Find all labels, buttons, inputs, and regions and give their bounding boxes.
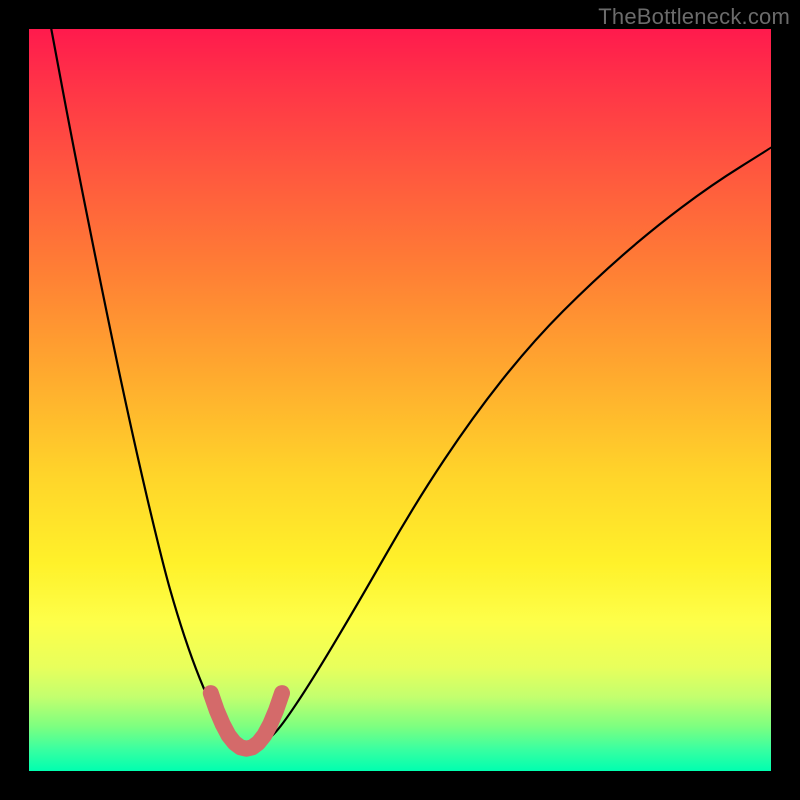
gradient-plot-area bbox=[29, 29, 771, 771]
watermark-text: TheBottleneck.com bbox=[598, 4, 790, 30]
curve-canvas bbox=[29, 29, 771, 771]
bottleneck-curve bbox=[51, 29, 771, 753]
curve-minimum-highlight bbox=[211, 693, 282, 749]
